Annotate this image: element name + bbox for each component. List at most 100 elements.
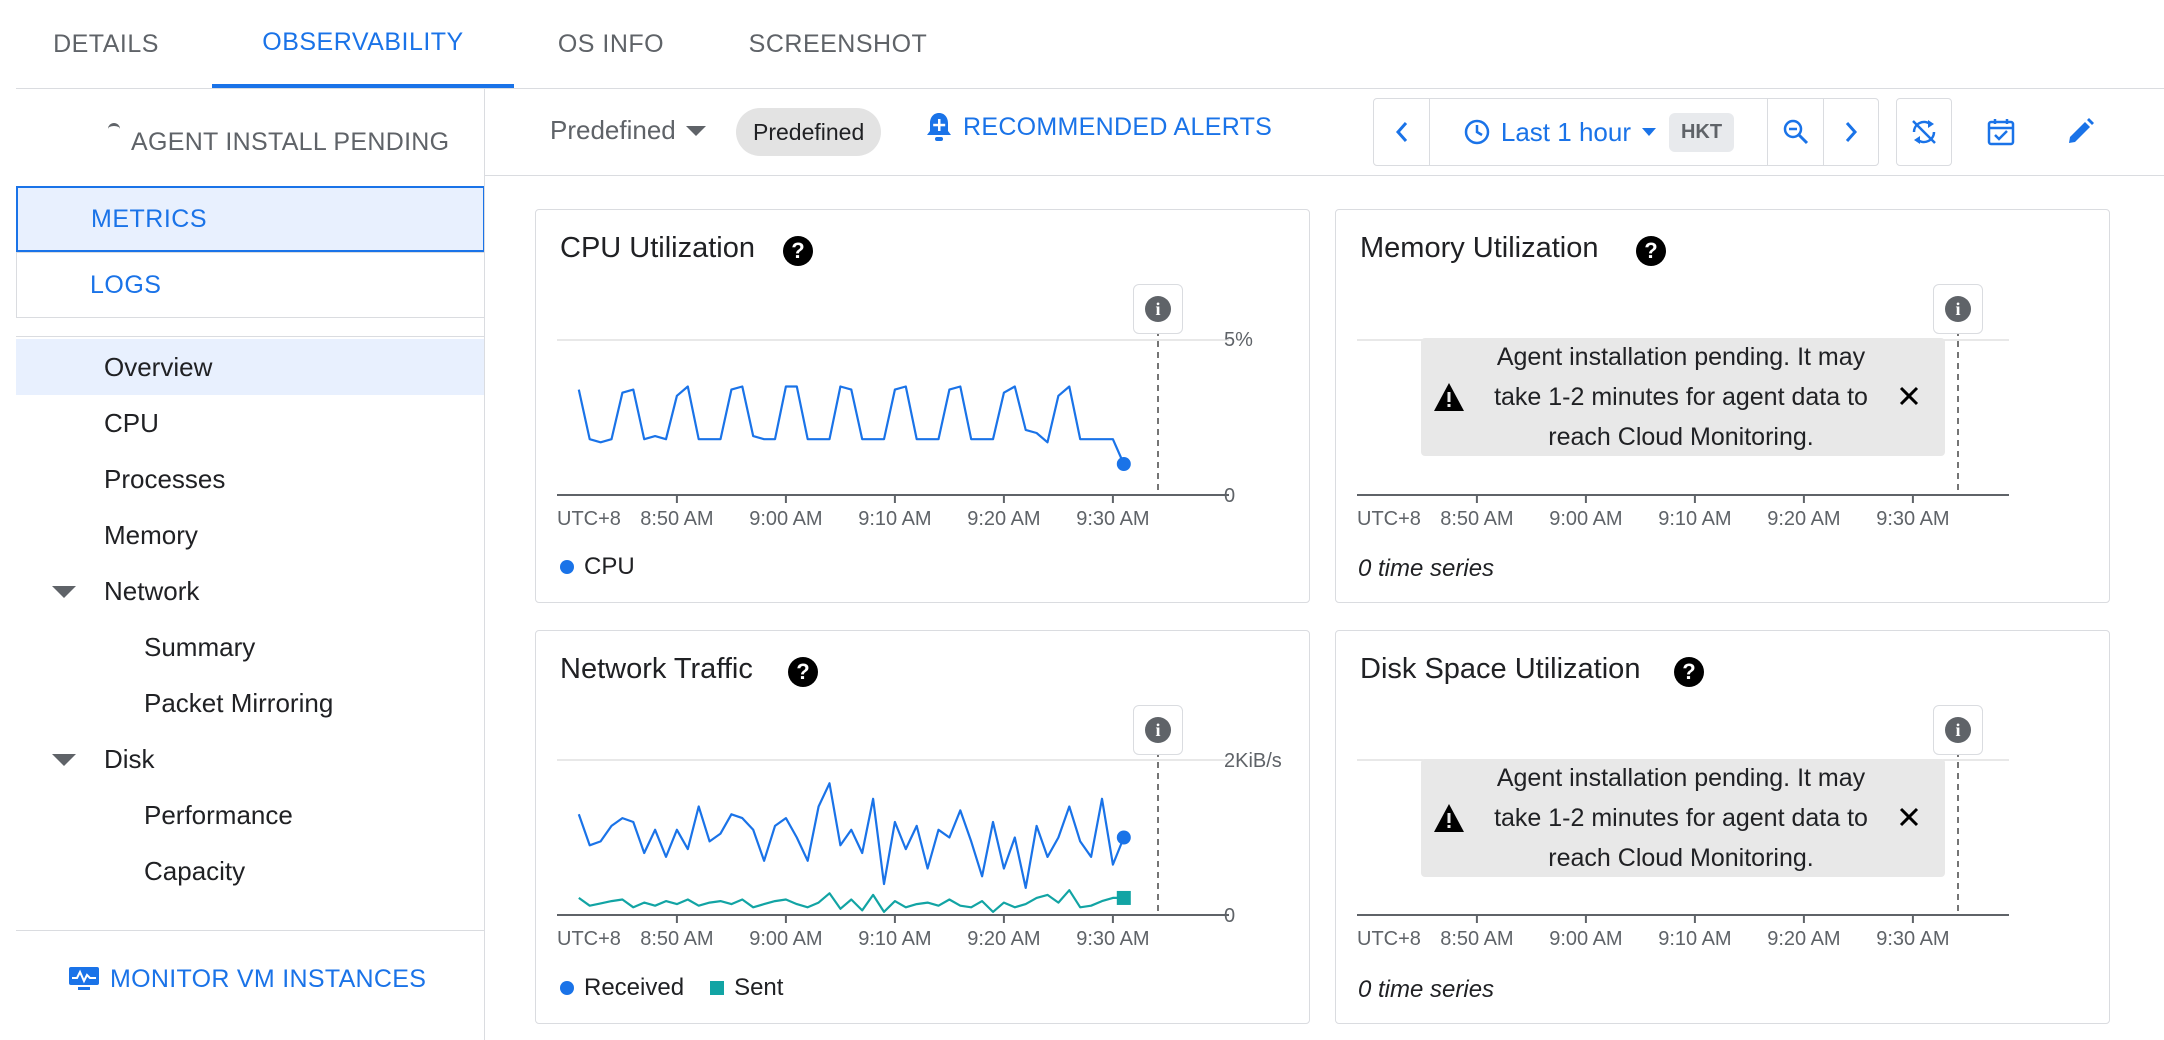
metrics-toggle[interactable]: METRICS xyxy=(16,186,485,252)
time-range-dropdown[interactable]: Last 1 hour HKT xyxy=(1430,99,1768,165)
tab-screenshot[interactable]: SCREENSHOT xyxy=(716,0,960,88)
zoom-out-button[interactable] xyxy=(1768,99,1824,165)
legend-label: Received xyxy=(584,974,685,1001)
x-tick-label: 9:30 AM xyxy=(1876,508,1949,530)
monitor-icon xyxy=(69,967,99,990)
edit-dashboard-button[interactable] xyxy=(2052,98,2108,166)
x-tick-label: 9:10 AM xyxy=(1658,508,1731,530)
memory-utilization-card: Memory Utilization ? UTC+8 8:50 AM 9:00 AM… xyxy=(1335,209,2110,603)
sidebar-item-label: Network xyxy=(104,575,200,606)
chevron-left-icon xyxy=(1395,122,1407,142)
sidebar-item-label: Disk xyxy=(104,743,155,774)
x-tick-label: UTC+8 xyxy=(1357,928,1421,950)
x-tick-label: 9:20 AM xyxy=(967,928,1040,950)
predefined-chip[interactable]: Predefined xyxy=(736,108,882,156)
sidebar-item-network-summary[interactable]: Summary xyxy=(16,619,485,675)
sidebar-item-label: Processes xyxy=(104,463,226,494)
sidebar-item-label: Overview xyxy=(104,351,213,382)
sidebar-item-overview[interactable]: Overview xyxy=(16,339,485,395)
sidebar-item-cpu[interactable]: CPU xyxy=(16,395,485,451)
legend-item[interactable]: CPU xyxy=(560,553,635,581)
latest-point-marker xyxy=(1116,830,1131,845)
sidebar-item-packet-mirroring[interactable]: Packet Mirroring xyxy=(16,675,485,731)
chart-legend: CPU xyxy=(560,553,635,581)
x-tick-label: 8:50 AM xyxy=(1440,508,1513,530)
x-tick-label: 9:30 AM xyxy=(1876,928,1949,950)
x-tick-label: 8:50 AM xyxy=(640,928,713,950)
warning-icon xyxy=(1434,383,1464,411)
next-time-button[interactable] xyxy=(1824,99,1878,165)
close-icon xyxy=(1899,807,1919,827)
recommended-alerts-button[interactable]: RECOMMENDED ALERTS xyxy=(925,111,1272,143)
chart-info-button[interactable]: i xyxy=(1133,705,1183,755)
sidebar-item-label: Performance xyxy=(144,799,293,830)
time-range-label: Last 1 hour xyxy=(1500,116,1631,147)
dashboard-type-dropdown[interactable]: Predefined xyxy=(550,115,706,146)
close-icon xyxy=(1899,386,1919,406)
x-tick-label: 9:00 AM xyxy=(1549,928,1622,950)
sync-disabled-icon xyxy=(1912,120,1936,144)
legend-dot-icon xyxy=(560,981,574,995)
network-chart: UTC+8 8:50 AM 9:00 AM 9:10 AM 9:20 AM 9:30 AM… xyxy=(557,750,1282,950)
y-tick-label: 0 xyxy=(1224,485,1235,507)
sidebar-item-network[interactable]: Network xyxy=(16,563,485,619)
sidebar-item-label: Memory xyxy=(104,519,198,550)
monitor-link-label: MONITOR VM INSTANCES xyxy=(110,964,427,993)
x-tick-label: 9:10 AM xyxy=(858,928,931,950)
dropdown-label: Predefined xyxy=(550,115,676,145)
legend-item[interactable]: Sent xyxy=(710,974,783,1002)
pencil-icon xyxy=(2069,118,2094,143)
x-tick-label: 9:00 AM xyxy=(749,928,822,950)
sidebar-item-disk-performance[interactable]: Performance xyxy=(16,787,485,843)
series-line xyxy=(577,385,1125,465)
legend-label: CPU xyxy=(584,553,635,580)
expand-caret-icon[interactable] xyxy=(52,754,76,766)
tab-details[interactable]: DETAILS xyxy=(16,0,196,88)
x-tick-label: 9:30 AM xyxy=(1076,928,1149,950)
monitor-vm-instances-link[interactable]: MONITOR VM INSTANCES xyxy=(68,959,426,999)
sidebar-item-disk-capacity[interactable]: Capacity xyxy=(16,843,485,899)
time-series-count: 0 time series xyxy=(1358,555,1495,582)
disk-space-utilization-card: Disk Space Utilization ? UTC+8 8:50 AM 9:0… xyxy=(1335,630,2110,1024)
sidebar-item-label: Summary xyxy=(144,631,256,662)
sidebar-item-disk[interactable]: Disk xyxy=(16,731,485,787)
custom-date-button[interactable] xyxy=(1973,98,2029,166)
y-tick-label: 5% xyxy=(1224,329,1253,351)
sidebar-item-memory[interactable]: Memory xyxy=(16,507,485,563)
agent-status-label: AGENT INSTALL PENDING xyxy=(131,128,450,156)
cpu-chart: UTC+8 8:50 AM 9:00 AM 9:10 AM 9:20 AM 9:30 AM… xyxy=(557,329,1253,530)
latest-point-marker xyxy=(1116,457,1131,471)
expand-caret-icon[interactable] xyxy=(52,586,76,598)
previous-time-button[interactable] xyxy=(1374,99,1430,165)
dismiss-banner-button[interactable] xyxy=(1891,378,1927,414)
logs-toggle[interactable]: LOGS xyxy=(16,252,485,318)
info-icon: i xyxy=(1945,717,1971,743)
chevron-down-icon xyxy=(1641,128,1656,136)
sidebar-item-label: CPU xyxy=(104,407,159,438)
time-range-selector: Last 1 hour HKT xyxy=(1373,98,1879,166)
legend-item[interactable]: Received xyxy=(560,974,684,1002)
tab-observability[interactable]: OBSERVABILITY xyxy=(212,0,514,88)
time-series-count: 0 time series xyxy=(1358,976,1495,1003)
observability-tabs: DETAILS OBSERVABILITY OS INFO SCREENSHOT xyxy=(16,0,2164,89)
agent-status: AGENT INSTALL PENDING xyxy=(16,115,485,175)
agent-pending-banner: Agent installation pending. It may take … xyxy=(1421,338,1945,456)
x-tick-label: 9:10 AM xyxy=(858,508,931,530)
x-tick-label: 9:00 AM xyxy=(1549,508,1622,530)
tab-os-info[interactable]: OS INFO xyxy=(526,0,696,88)
x-tick-label: 9:30 AM xyxy=(1076,508,1149,530)
chart-info-button[interactable]: i xyxy=(1933,284,1983,334)
auto-refresh-toggle[interactable] xyxy=(1896,98,1952,166)
series-line xyxy=(578,889,1124,913)
warning-icon xyxy=(1434,804,1464,832)
add-alert-bell-icon xyxy=(927,113,951,141)
sidebar-item-processes[interactable]: Processes xyxy=(16,451,485,507)
chart-info-button[interactable]: i xyxy=(1933,705,1983,755)
dismiss-banner-button[interactable] xyxy=(1891,799,1927,835)
sidebar-item-label: Capacity xyxy=(144,855,246,886)
loading-spinner-icon xyxy=(108,123,120,135)
x-tick-label: 9:20 AM xyxy=(967,508,1040,530)
chart-info-button[interactable]: i xyxy=(1133,284,1183,334)
x-tick-label: 9:20 AM xyxy=(1767,928,1840,950)
sidebar-item-label: Packet Mirroring xyxy=(144,687,334,718)
